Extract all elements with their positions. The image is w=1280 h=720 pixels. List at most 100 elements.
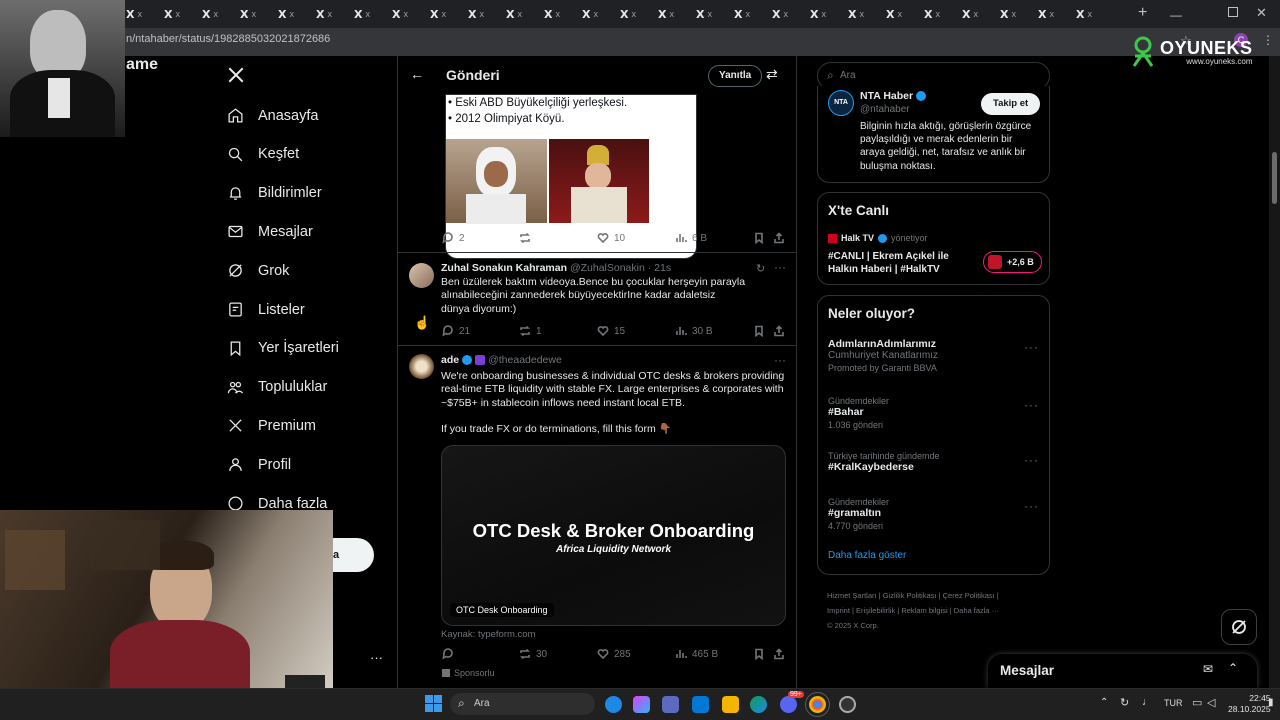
nav-item-x[interactable]: Premium <box>227 417 316 434</box>
browser-tab[interactable]: Xx <box>690 4 726 24</box>
tab-close-icon[interactable]: x <box>213 9 218 19</box>
browser-tab[interactable]: Xx <box>804 4 840 24</box>
messages-drawer[interactable]: Mesajlar ✉ ⌃ <box>988 654 1257 688</box>
browser-tab[interactable]: Xx <box>386 4 422 24</box>
bookmark-action[interactable] <box>753 648 765 660</box>
tab-close-icon[interactable]: x <box>973 9 978 19</box>
url-text[interactable]: n/ntahaber/status/1982885032021872686 <box>126 33 330 45</box>
live-card[interactable]: X'te Canlı Halk TV yönetiyor #CANLI | Ek… <box>817 192 1050 285</box>
copilot-icon[interactable] <box>605 696 622 713</box>
follow-button[interactable]: Takip et <box>981 93 1041 115</box>
tab-close-icon[interactable]: x <box>403 9 408 19</box>
like-action[interactable]: 285 <box>597 648 631 660</box>
footer-link[interactable]: Daha fazla ··· <box>954 606 999 615</box>
link-card[interactable]: OTC Desk & Broker Onboarding Africa Liqu… <box>441 445 786 626</box>
browser-tab[interactable]: Xx <box>158 4 194 24</box>
views-action[interactable]: 6 B <box>675 232 707 244</box>
retweet-action[interactable]: 30 <box>519 648 547 660</box>
file-explorer-icon[interactable] <box>722 696 739 713</box>
author-handle[interactable]: @theaadedewe <box>488 354 562 366</box>
nav-item-list[interactable]: Listeler <box>227 301 305 318</box>
app-icon[interactable] <box>633 696 650 713</box>
tray-sync-icon[interactable]: ↻ <box>1120 696 1129 709</box>
like-action[interactable]: 15 <box>597 325 625 337</box>
trend-more-icon[interactable]: ··· <box>1024 340 1039 354</box>
browser-tab[interactable]: Xx <box>310 4 346 24</box>
tab-close-icon[interactable]: x <box>1049 9 1054 19</box>
bookmark-action[interactable] <box>753 325 765 337</box>
live-channel[interactable]: Halk TV <box>841 233 874 243</box>
trend-name[interactable]: #Bahar <box>828 406 1038 418</box>
browser-tab[interactable]: Xx <box>652 4 688 24</box>
browser-menu-icon[interactable]: ⋮ <box>1262 33 1274 47</box>
nav-item-person[interactable]: Profil <box>227 456 291 473</box>
author-name[interactable]: ade <box>441 354 459 366</box>
taskbar-search-label[interactable]: Ara <box>474 698 490 709</box>
live-stream-title[interactable]: #CANLI | Ekrem Açıkel ile Halkın Haberi … <box>828 250 968 276</box>
browser-tab[interactable]: Xx <box>272 4 308 24</box>
bookmark-action[interactable] <box>753 232 765 244</box>
footer-link[interactable]: Imprint <box>827 606 850 615</box>
windows-start-icon[interactable] <box>425 695 442 712</box>
window-maximize-button[interactable] <box>1228 7 1238 17</box>
browser-tab[interactable]: Xx <box>766 4 802 24</box>
browser-tab[interactable]: Xx <box>1070 4 1106 24</box>
reply-action[interactable] <box>442 648 459 660</box>
window-minimize-button[interactable]: — <box>1170 8 1182 22</box>
tab-close-icon[interactable]: x <box>631 9 636 19</box>
tab-close-icon[interactable]: x <box>745 9 750 19</box>
tweet-more-icon[interactable]: ··· <box>774 260 786 274</box>
reply-action[interactable]: 21 <box>442 325 470 337</box>
obs-icon[interactable] <box>839 696 856 713</box>
scrollbar-thumb[interactable] <box>1272 152 1277 204</box>
views-action[interactable]: 465 B <box>675 648 718 660</box>
author-name[interactable]: Zuhal Sonakın Kahraman <box>441 262 567 274</box>
grok-floating-button[interactable] <box>1221 609 1257 645</box>
profile-logo[interactable]: NTA <box>828 90 854 116</box>
browser-tab[interactable]: Xx <box>234 4 270 24</box>
browser-tab[interactable]: Xx <box>956 4 992 24</box>
back-arrow-icon[interactable]: ← <box>410 66 424 82</box>
share-action[interactable] <box>773 648 785 660</box>
window-close-button[interactable]: ✕ <box>1256 5 1267 21</box>
volume-icon[interactable]: ◁ <box>1207 696 1215 709</box>
edge-icon[interactable] <box>750 696 767 713</box>
tweet-more-icon[interactable]: ··· <box>774 353 786 367</box>
browser-tab[interactable]: Xx <box>348 4 384 24</box>
discord-icon[interactable] <box>780 696 797 713</box>
live-listener-badge[interactable]: +2,6 B <box>983 251 1042 273</box>
tab-close-icon[interactable]: x <box>517 9 522 19</box>
nav-item-people[interactable]: Topluluklar <box>227 379 327 396</box>
trend-more-icon[interactable]: ··· <box>1024 398 1039 412</box>
profile-name[interactable]: NTA Haber <box>860 90 913 102</box>
tab-close-icon[interactable]: x <box>289 9 294 19</box>
browser-tab[interactable]: Xx <box>120 4 156 24</box>
tab-close-icon[interactable]: x <box>669 9 674 19</box>
author-handle[interactable]: @ZuhalSonakin · 21s <box>570 262 671 274</box>
retweet-action[interactable]: 1 <box>519 325 542 337</box>
search-placeholder[interactable]: Ara <box>840 70 856 81</box>
views-action[interactable]: 30 B <box>675 325 713 337</box>
browser-tab[interactable]: Xx <box>994 4 1030 24</box>
trend-name[interactable]: AdımlarınAdımlarımız <box>828 338 1038 350</box>
teams-icon[interactable] <box>662 696 679 713</box>
tab-close-icon[interactable]: x <box>593 9 598 19</box>
tab-close-icon[interactable]: x <box>365 9 370 19</box>
tray-chevron-icon[interactable]: ⌃ <box>1100 697 1108 708</box>
browser-tab[interactable]: Xx <box>576 4 612 24</box>
grok-tweet-icon[interactable]: ↻ <box>756 262 765 275</box>
expand-icon[interactable]: ⌃ <box>1228 661 1238 675</box>
trend-more-icon[interactable]: ··· <box>1024 453 1039 467</box>
nav-item-grok[interactable]: Grok <box>227 262 289 279</box>
microphone-icon[interactable]: ♩ <box>1142 696 1153 708</box>
post-button[interactable]: a <box>333 538 374 572</box>
tab-close-icon[interactable]: x <box>441 9 446 19</box>
browser-tab[interactable]: Xx <box>880 4 916 24</box>
trend-item[interactable]: Gündemdekiler #gramaltın 4.770 gönderi <box>828 497 1038 531</box>
footer-link[interactable]: Hizmet Şartları <box>827 591 877 600</box>
browser-tab[interactable]: Xx <box>500 4 536 24</box>
browser-tab[interactable]: Xx <box>614 4 650 24</box>
trend-item[interactable]: Türkiye tarihinde gündemde #KralKaybeders… <box>828 451 1038 473</box>
store-icon[interactable] <box>692 696 709 713</box>
tab-close-icon[interactable]: x <box>137 9 142 19</box>
